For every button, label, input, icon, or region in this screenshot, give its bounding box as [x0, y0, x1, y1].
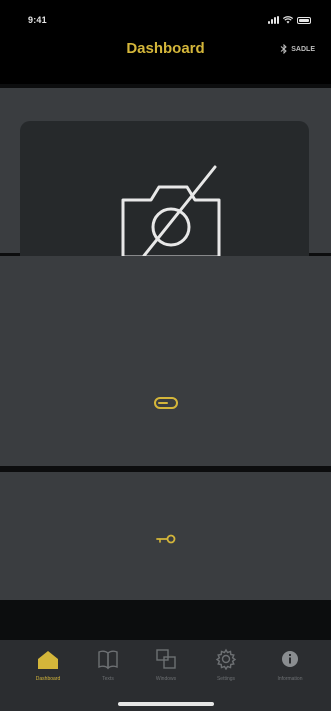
- toggle-icon: [153, 397, 178, 409]
- status-icons: [268, 14, 311, 24]
- tab-label: Windows: [155, 676, 177, 682]
- battery-icon: [297, 17, 311, 24]
- tab-texts[interactable]: Texts: [78, 648, 138, 692]
- tab-label: Texts: [102, 676, 114, 682]
- tab-information[interactable]: Information: [260, 648, 320, 692]
- home-indicator[interactable]: [118, 702, 214, 706]
- tab-settings[interactable]: Settings: [196, 648, 256, 692]
- tab-bar: Dashboard Texts Windows Settings Informa…: [0, 640, 331, 711]
- book-icon: [98, 650, 118, 670]
- device-selector[interactable]: SADLE: [280, 43, 315, 55]
- key-icon: [155, 534, 175, 544]
- screen: 9:41 Dashboard SADLE Dashboard Texts Win…: [0, 0, 331, 711]
- device-label: SADLE: [291, 45, 315, 53]
- status-time: 9:41: [28, 15, 47, 25]
- tab-label: Dashboard: [35, 676, 61, 682]
- tab-windows[interactable]: Windows: [136, 648, 196, 692]
- gear-icon: [215, 648, 237, 670]
- windows-icon: [156, 649, 176, 669]
- toggle-panel[interactable]: [0, 256, 331, 466]
- status-bar: 9:41: [0, 0, 331, 34]
- key-panel[interactable]: [0, 472, 331, 600]
- info-icon: [282, 651, 298, 667]
- nav-bar: Dashboard SADLE: [0, 34, 331, 84]
- bluetooth-icon: [280, 44, 287, 54]
- cellular-signal-icon: [268, 16, 279, 24]
- tab-dashboard[interactable]: Dashboard: [18, 648, 78, 692]
- wifi-icon: [283, 16, 293, 24]
- tab-label: Settings: [216, 676, 236, 682]
- tab-label: Information: [277, 676, 303, 682]
- home-icon: [38, 651, 58, 669]
